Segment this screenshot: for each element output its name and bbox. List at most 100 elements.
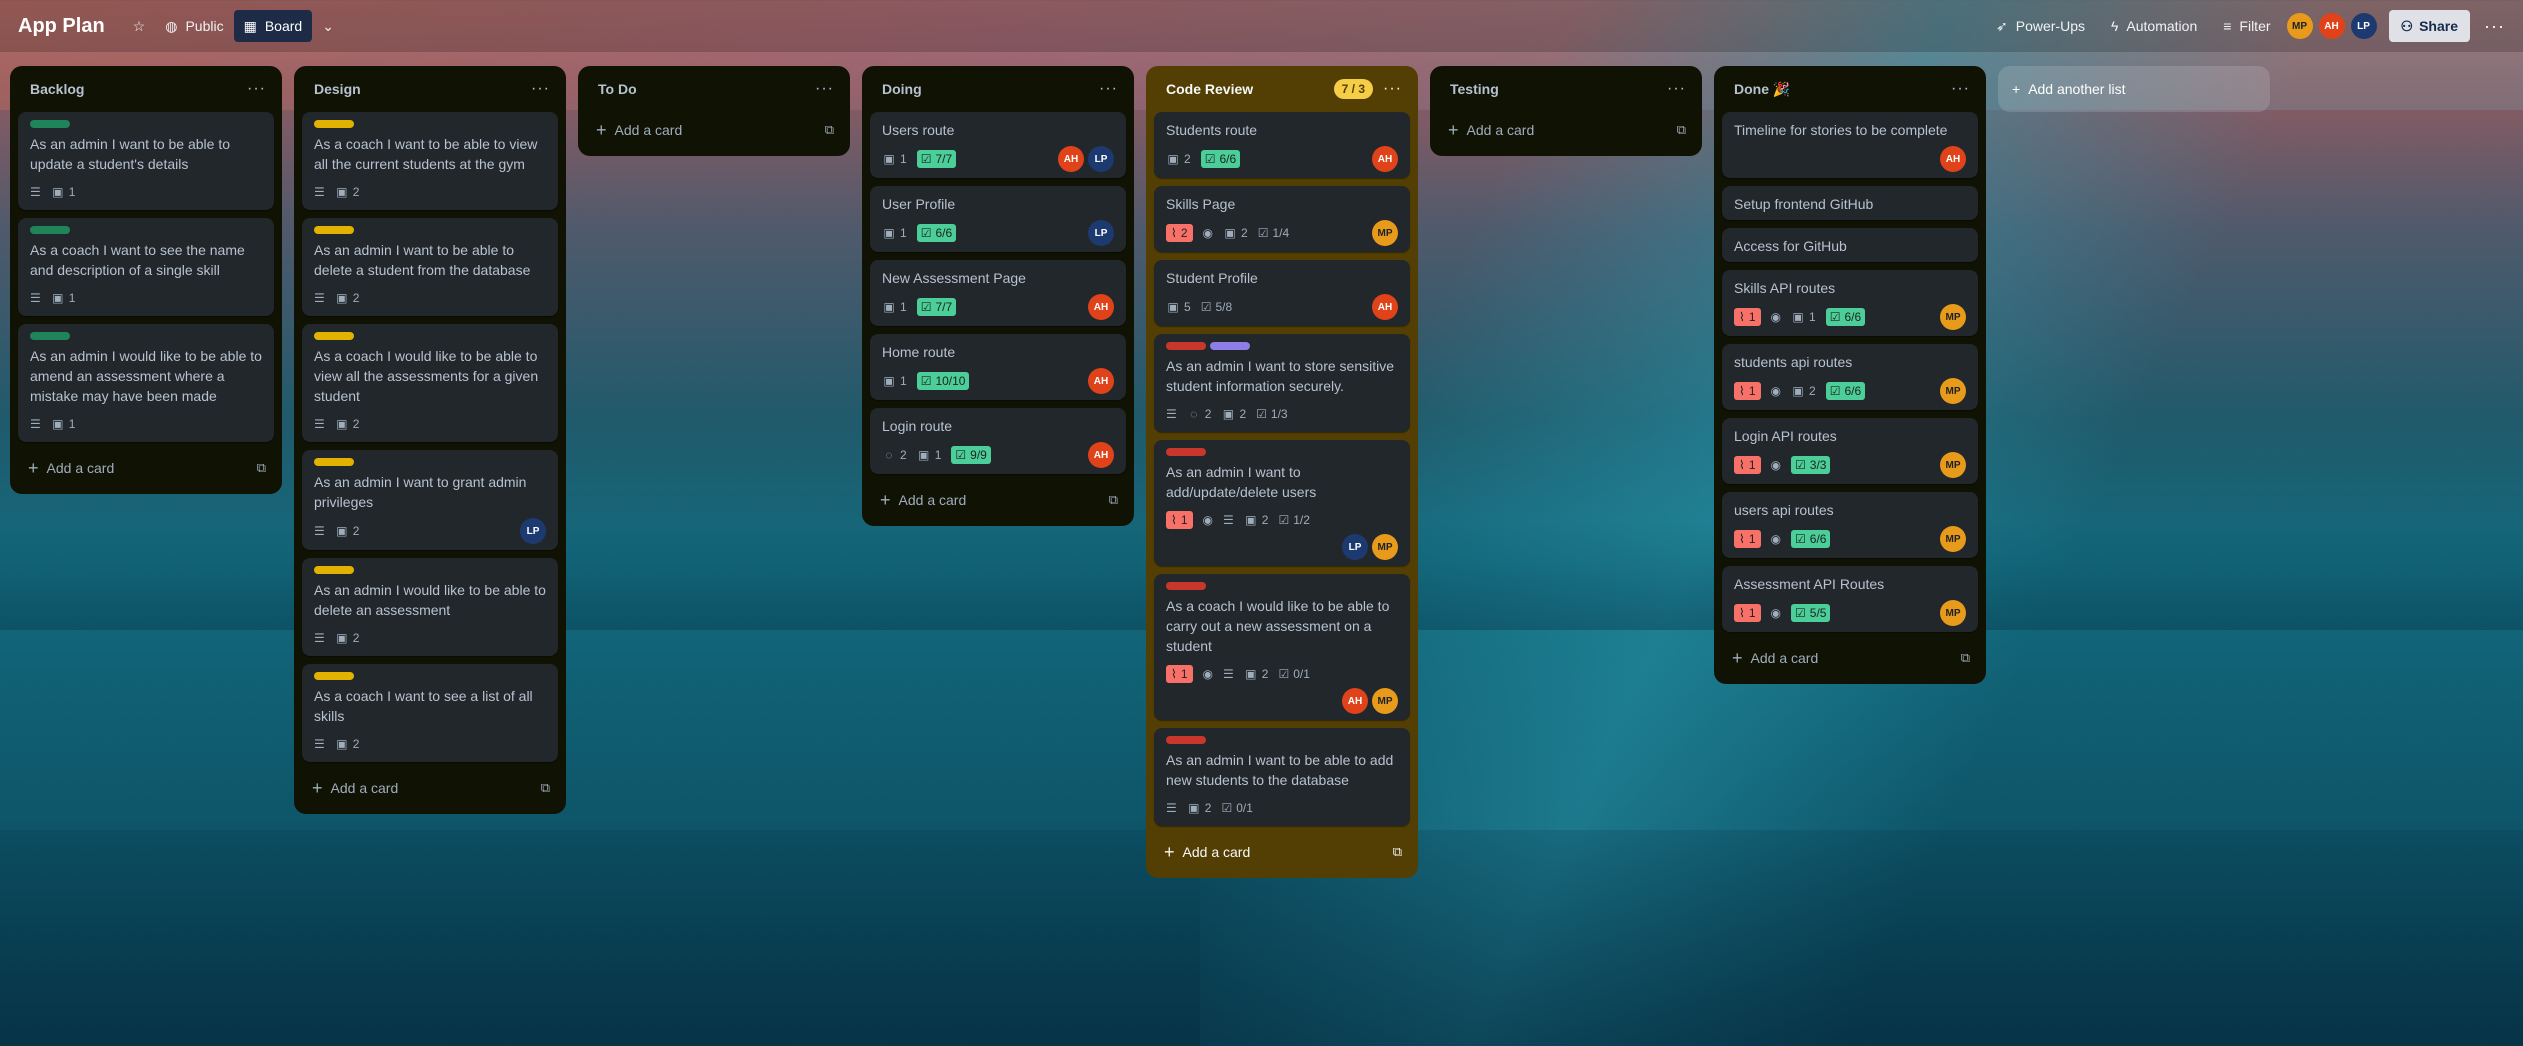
- template-icon[interactable]: ⧉: [1109, 492, 1118, 508]
- add-card-button[interactable]: + Add a card ⧉: [1438, 112, 1694, 148]
- card[interactable]: As an admin I want to be able to update …: [18, 112, 274, 210]
- list-menu-icon[interactable]: ···: [247, 80, 266, 98]
- avatar[interactable]: LP: [1088, 220, 1114, 246]
- list-menu-icon[interactable]: ···: [815, 80, 834, 98]
- template-icon[interactable]: ⧉: [1961, 650, 1970, 666]
- avatar[interactable]: AH: [1940, 146, 1966, 172]
- avatar[interactable]: AH: [1058, 146, 1084, 172]
- card[interactable]: As a coach I want to see the name and de…: [18, 218, 274, 316]
- add-card-button[interactable]: + Add a card ⧉: [302, 770, 558, 806]
- filter-icon: ≡: [2223, 18, 2232, 34]
- template-icon[interactable]: ⧉: [257, 460, 266, 476]
- avatar[interactable]: AH: [1088, 442, 1114, 468]
- template-icon[interactable]: ⧉: [541, 780, 550, 796]
- avatar[interactable]: MP: [2286, 13, 2313, 39]
- card[interactable]: Login API routes ⌇ 1 ◉ ☑ 3/3 MP: [1722, 418, 1978, 484]
- avatar[interactable]: MP: [1372, 220, 1398, 246]
- add-card-button[interactable]: + Add a card ⧉: [1722, 640, 1978, 676]
- attachment-icon: ▣: [1245, 513, 1257, 527]
- list-title[interactable]: Design: [314, 81, 531, 97]
- board-view-button[interactable]: ▦ Board: [233, 10, 313, 42]
- card[interactable]: Skills Page ⌇ 2 ◉ ▣ 2 ☑ 1/4 MP: [1154, 186, 1410, 252]
- template-icon[interactable]: ⧉: [825, 122, 834, 138]
- powerups-button[interactable]: ➶ Power-Ups: [1986, 10, 2095, 42]
- list-title[interactable]: Code Review: [1166, 81, 1334, 97]
- board-title[interactable]: App Plan: [18, 15, 105, 38]
- add-card-button[interactable]: + Add a card ⧉: [1154, 834, 1410, 870]
- avatar[interactable]: LP: [1342, 534, 1368, 560]
- list-menu-icon[interactable]: ···: [1667, 80, 1686, 98]
- list-title[interactable]: Backlog: [30, 81, 247, 97]
- avatar[interactable]: LP: [2350, 13, 2377, 39]
- avatar[interactable]: MP: [1940, 378, 1966, 404]
- card[interactable]: As an admin I would like to be able to a…: [18, 324, 274, 442]
- card[interactable]: Student Profile ▣ 5 ☑ 5/8 AH: [1154, 260, 1410, 326]
- avatar[interactable]: AH: [1372, 146, 1398, 172]
- list-menu-icon[interactable]: ···: [1099, 80, 1118, 98]
- template-icon[interactable]: ⧉: [1677, 122, 1686, 138]
- add-list-button[interactable]: + Add another list: [1998, 66, 2270, 112]
- star-board-button[interactable]: ☆: [123, 10, 156, 42]
- views-dropdown-button[interactable]: ⌄: [312, 10, 344, 42]
- avatar[interactable]: MP: [1940, 452, 1966, 478]
- list-title[interactable]: To Do: [598, 81, 815, 97]
- avatar[interactable]: AH: [1088, 368, 1114, 394]
- avatar[interactable]: LP: [520, 518, 546, 544]
- card[interactable]: As an admin I would like to be able to d…: [302, 558, 558, 656]
- watch-icon: ◉: [1770, 458, 1782, 472]
- card[interactable]: As a coach I would like to be able to vi…: [302, 324, 558, 442]
- card[interactable]: Home route ▣ 1 ☑ 10/10 AH: [870, 334, 1126, 400]
- avatar[interactable]: MP: [1940, 526, 1966, 552]
- avatar[interactable]: AH: [2318, 13, 2345, 39]
- card[interactable]: As an admin I want to add/update/delete …: [1154, 440, 1410, 566]
- card[interactable]: Students route ▣ 2 ☑ 6/6 AH: [1154, 112, 1410, 178]
- card[interactable]: New Assessment Page ▣ 1 ☑ 7/7 AH: [870, 260, 1126, 326]
- add-card-button[interactable]: + Add a card ⧉: [870, 482, 1126, 518]
- person-icon: ⚇: [2400, 17, 2414, 34]
- card[interactable]: Assessment API Routes ⌇ 1 ◉ ☑ 5/5 MP: [1722, 566, 1978, 632]
- card[interactable]: users api routes ⌇ 1 ◉ ☑ 6/6 MP: [1722, 492, 1978, 558]
- card[interactable]: Timeline for stories to be complete AH: [1722, 112, 1978, 178]
- avatar[interactable]: MP: [1940, 304, 1966, 330]
- attachment-icon: ▣: [1167, 152, 1179, 166]
- card[interactable]: As a coach I would like to be able to ca…: [1154, 574, 1410, 720]
- avatar[interactable]: MP: [1940, 600, 1966, 626]
- more-menu-icon[interactable]: ···: [2484, 16, 2505, 37]
- card[interactable]: Login route ◌ 2 ▣ 1 ☑ 9/9 AH: [870, 408, 1126, 474]
- checklist-badge: ☑ 3/3: [1791, 456, 1831, 474]
- list-title[interactable]: Doing: [882, 81, 1099, 97]
- add-card-button[interactable]: + Add a card ⧉: [18, 450, 274, 486]
- avatar[interactable]: AH: [1372, 294, 1398, 320]
- template-icon[interactable]: ⧉: [1393, 844, 1402, 860]
- list-title[interactable]: Done 🎉: [1734, 81, 1951, 98]
- avatar[interactable]: MP: [1372, 688, 1398, 714]
- card[interactable]: Access for GitHub: [1722, 228, 1978, 262]
- list-menu-icon[interactable]: ···: [531, 80, 550, 98]
- card[interactable]: Users route ▣ 1 ☑ 7/7 AH LP: [870, 112, 1126, 178]
- share-button[interactable]: ⚇ Share: [2388, 10, 2471, 42]
- add-card-button[interactable]: + Add a card ⧉: [586, 112, 842, 148]
- avatar[interactable]: AH: [1342, 688, 1368, 714]
- card[interactable]: As an admin I want to be able to delete …: [302, 218, 558, 316]
- card[interactable]: Skills API routes ⌇ 1 ◉ ▣ 1 ☑ 6/6 MP: [1722, 270, 1978, 336]
- card-title: As an admin I want to be able to delete …: [314, 242, 531, 278]
- avatar[interactable]: LP: [1088, 146, 1114, 172]
- list-title[interactable]: Testing: [1450, 81, 1667, 97]
- automation-button[interactable]: ϟ Automation: [2101, 10, 2207, 42]
- card[interactable]: As a coach I want to be able to view all…: [302, 112, 558, 210]
- card[interactable]: students api routes ⌇ 1 ◉ ▣ 2 ☑ 6/6 MP: [1722, 344, 1978, 410]
- card[interactable]: As an admin I want to grant admin privil…: [302, 450, 558, 550]
- attachment-icon: ▣: [1792, 384, 1804, 398]
- card[interactable]: Setup frontend GitHub: [1722, 186, 1978, 220]
- avatar[interactable]: MP: [1372, 534, 1398, 560]
- card[interactable]: As an admin I want to be able to add new…: [1154, 728, 1410, 826]
- list-menu-icon[interactable]: ···: [1383, 80, 1402, 98]
- visibility-button[interactable]: ◍ Public: [155, 10, 233, 42]
- card[interactable]: As an admin I want to store sensitive st…: [1154, 334, 1410, 432]
- list-menu-icon[interactable]: ···: [1951, 80, 1970, 98]
- card-title: As an admin I want to be able to add new…: [1166, 752, 1394, 788]
- card[interactable]: As a coach I want to see a list of all s…: [302, 664, 558, 762]
- filter-button[interactable]: ≡ Filter: [2213, 10, 2280, 42]
- card[interactable]: User Profile ▣ 1 ☑ 6/6 LP: [870, 186, 1126, 252]
- avatar[interactable]: AH: [1088, 294, 1114, 320]
